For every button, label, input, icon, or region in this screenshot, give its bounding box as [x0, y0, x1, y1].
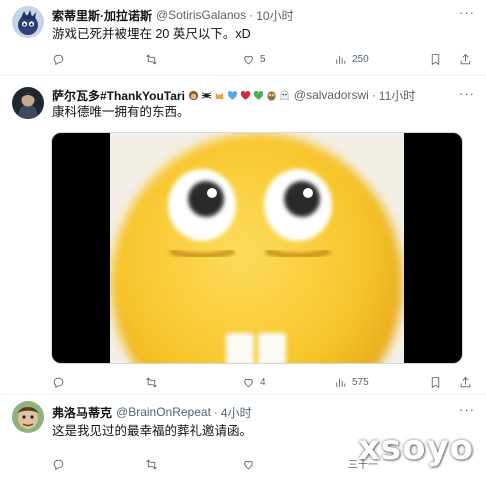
retweet-icon	[146, 377, 157, 387]
retweet-button[interactable]	[145, 458, 163, 471]
more-options-button[interactable]: ···	[458, 6, 476, 22]
more-options-button[interactable]: ···	[458, 87, 476, 103]
tweet-header: 索蒂里斯·加拉诺斯 @SotirisGalanos · 10小时	[52, 6, 456, 24]
share-button[interactable]	[459, 376, 472, 389]
display-name[interactable]: 弗洛马蒂克	[52, 404, 112, 421]
retweet-icon	[146, 459, 157, 469]
share-icon	[460, 376, 471, 387]
tweet[interactable]: 萨尔瓦多#ThankYouTari @salvadorswi · 11小时 ··…	[0, 76, 486, 395]
owl-emoji-icon	[267, 90, 276, 101]
reply-icon	[53, 459, 64, 470]
retweet-button[interactable]	[145, 376, 163, 389]
avatar[interactable]	[12, 401, 44, 433]
like-button[interactable]	[242, 458, 260, 471]
separator-dot: ·	[371, 88, 376, 102]
red-heart-icon	[240, 90, 251, 100]
timestamp[interactable]: 4小时	[221, 404, 252, 421]
reply-button[interactable]	[52, 53, 70, 66]
more-options-button[interactable]: ···	[458, 403, 476, 419]
tweet-header: 萨尔瓦多#ThankYouTari @salvadorswi · 11小时	[52, 86, 456, 104]
avatar-image-icon	[12, 6, 44, 38]
green-heart-icon	[253, 90, 264, 100]
retweet-button[interactable]	[145, 53, 163, 66]
like-button[interactable]: 5	[242, 53, 266, 66]
like-button[interactable]: 4	[242, 376, 266, 389]
monkey-emoji-icon	[188, 90, 198, 100]
user-handle[interactable]: @BrainOnRepeat	[116, 405, 211, 419]
views-chart-icon	[336, 55, 346, 64]
separator-dot: ·	[249, 8, 254, 22]
user-handle[interactable]: @SotirisGalanos	[156, 8, 246, 22]
timestamp[interactable]: 11小时	[379, 87, 415, 104]
action-bar: 5 250	[52, 51, 472, 67]
tweet-text: 游戏已死并被埋在 20 英尺以下。xD	[52, 27, 251, 41]
avatar-image-icon	[12, 87, 44, 119]
view-count: 250	[352, 53, 369, 65]
reply-button[interactable]	[52, 376, 70, 389]
avatar[interactable]	[12, 87, 44, 119]
reply-icon	[53, 54, 64, 65]
cat-emoji-icon	[215, 92, 224, 99]
blue-heart-icon	[227, 90, 238, 100]
spider-emoji-icon	[201, 91, 212, 99]
tweet-header: 弗洛马蒂克 @BrainOnRepeat · 4小时	[52, 403, 456, 421]
media-content	[110, 133, 404, 363]
display-name[interactable]: 索蒂里斯·加拉诺斯	[52, 7, 152, 24]
views-button[interactable]: 250	[334, 53, 369, 66]
separator-dot: ·	[213, 405, 218, 419]
name-emoji-row	[188, 90, 290, 101]
like-count: 5	[260, 53, 266, 65]
share-icon	[460, 53, 471, 64]
display-name[interactable]: 萨尔瓦多#ThankYouTari	[52, 87, 185, 104]
reply-button[interactable]	[52, 458, 70, 471]
bookmark-button[interactable]	[429, 53, 442, 66]
like-count: 4	[260, 376, 266, 388]
ghost-emoji-icon	[280, 90, 289, 101]
heart-icon	[244, 378, 253, 387]
share-button[interactable]	[459, 53, 472, 66]
bookmark-icon	[431, 376, 440, 388]
timestamp[interactable]: 10小时	[256, 7, 293, 24]
tweet[interactable]: 索蒂里斯·加拉诺斯 @SotirisGalanos · 10小时 ··· 游戏已…	[0, 0, 486, 76]
tweet-media-image[interactable]	[51, 132, 463, 364]
avatar-image-icon	[12, 401, 44, 433]
views-button[interactable]: 575	[334, 376, 369, 389]
action-bar: 4 575	[52, 374, 472, 390]
heart-icon	[244, 55, 253, 64]
heart-icon	[244, 460, 253, 469]
avatar[interactable]	[12, 6, 44, 38]
views-chart-icon	[336, 378, 346, 387]
watermark-logo: xsoyo	[357, 428, 474, 468]
user-handle[interactable]: @salvadorswi	[294, 88, 369, 102]
retweet-icon	[146, 54, 157, 64]
bookmark-button[interactable]	[429, 376, 442, 389]
view-count: 575	[352, 376, 369, 388]
tweet-text: 康科德唯一拥有的东西。	[52, 105, 190, 119]
blurry-emoji-face-icon	[110, 133, 404, 363]
bookmark-icon	[431, 53, 440, 65]
reply-icon	[53, 377, 64, 388]
